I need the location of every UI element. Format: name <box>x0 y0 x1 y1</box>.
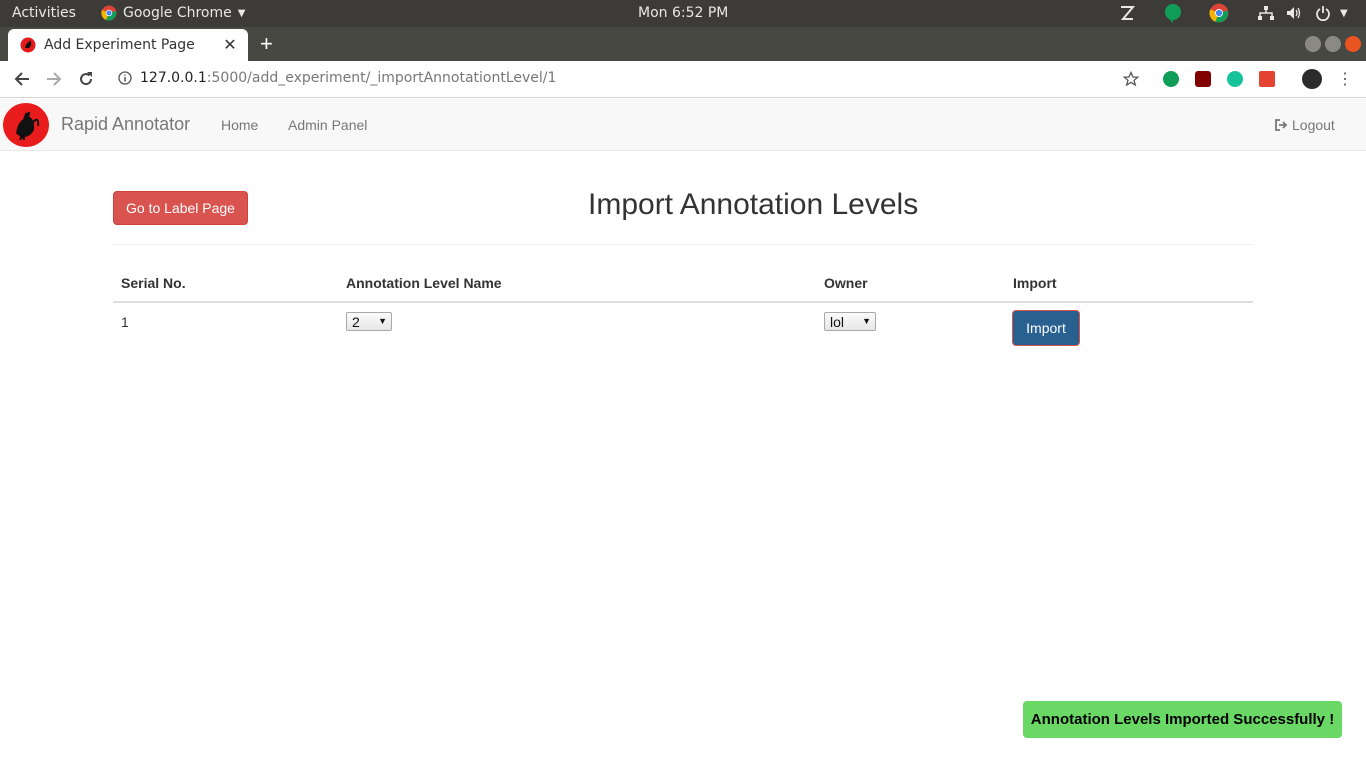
url-path: :5000/add_experiment/_importAnnotationtL… <box>206 70 557 86</box>
logout-icon <box>1275 119 1288 131</box>
maximize-button[interactable] <box>1325 36 1341 52</box>
logout-label: Logout <box>1292 117 1335 133</box>
go-to-label-page-button[interactable]: Go to Label Page <box>113 191 248 225</box>
owner-value: lol <box>830 313 845 330</box>
reload-icon[interactable] <box>76 69 96 89</box>
owner-select[interactable]: lol ▼ <box>824 312 876 331</box>
network-icon[interactable] <box>1257 4 1275 22</box>
chrome-icon <box>101 5 117 21</box>
forward-icon[interactable] <box>44 69 64 89</box>
os-top-bar: Activities Google Chrome ▼ Mon 6:52 PM ▼ <box>0 0 1366 27</box>
browser-tab[interactable]: Add Experiment Page ✕ <box>8 29 248 61</box>
chevron-down-icon: ▼ <box>237 7 246 19</box>
todoist-icon[interactable] <box>1259 71 1275 87</box>
header-level-name: Annotation Level Name <box>346 275 502 291</box>
more-menu-icon[interactable]: ⋮ <box>1335 69 1355 89</box>
brand-name[interactable]: Rapid Annotator <box>61 114 190 135</box>
logout-link[interactable]: Logout <box>1274 117 1335 133</box>
tab-title: Add Experiment Page <box>44 37 195 53</box>
bookmark-star-icon[interactable] <box>1121 69 1141 89</box>
info-icon <box>118 71 132 85</box>
nav-admin-panel-link[interactable]: Admin Panel <box>288 117 367 133</box>
activities-button[interactable]: Activities <box>12 5 76 21</box>
header-owner: Owner <box>824 275 868 291</box>
profile-avatar[interactable] <box>1302 69 1322 89</box>
url-host: 127.0.0.1 <box>140 70 207 86</box>
rooster-favicon-icon <box>20 37 36 53</box>
annotation-level-select[interactable]: 2 ▼ <box>346 312 392 331</box>
app-menu-label: Google Chrome <box>123 5 232 21</box>
table-header-border <box>113 301 1253 303</box>
row-serial: 1 <box>121 314 129 330</box>
import-button[interactable]: Import <box>1012 310 1080 346</box>
ublock-icon[interactable] <box>1195 71 1211 87</box>
success-toast: Annotation Levels Imported Successfully … <box>1023 701 1342 738</box>
chrome-icon[interactable] <box>1209 3 1229 23</box>
minimize-button[interactable] <box>1305 36 1321 52</box>
hangouts-icon[interactable] <box>1163 3 1183 23</box>
divider <box>113 244 1253 245</box>
grammarly-icon[interactable] <box>1227 71 1243 87</box>
header-import: Import <box>1013 275 1057 291</box>
tab-strip: Add Experiment Page ✕ + <box>0 27 1366 61</box>
dropdown-arrow-icon: ▼ <box>378 316 387 326</box>
browser-toolbar: 127.0.0.1:5000/add_experiment/_importAnn… <box>0 61 1366 98</box>
address-bar[interactable]: 127.0.0.1:5000/add_experiment/_importAnn… <box>118 70 556 86</box>
close-icon[interactable]: ✕ <box>220 35 240 55</box>
chevron-down-icon[interactable]: ▼ <box>1340 4 1348 22</box>
annotation-level-value: 2 <box>352 313 360 330</box>
dropdown-arrow-icon: ▼ <box>862 316 871 326</box>
nav-home-link[interactable]: Home <box>221 117 258 133</box>
zotero-icon[interactable] <box>1119 4 1135 22</box>
back-icon[interactable] <box>12 69 32 89</box>
hangouts-ext-icon[interactable] <box>1163 71 1179 87</box>
clock[interactable]: Mon 6:52 PM <box>638 5 728 21</box>
rooster-logo-icon[interactable] <box>2 102 50 148</box>
app-menu[interactable]: Google Chrome ▼ <box>101 5 245 21</box>
app-navbar: Rapid Annotator Home Admin Panel Logout <box>0 99 1366 151</box>
close-window-button[interactable] <box>1345 36 1361 52</box>
header-serial: Serial No. <box>121 275 186 291</box>
volume-icon[interactable] <box>1286 4 1302 22</box>
page-title: Import Annotation Levels <box>588 188 919 221</box>
power-icon[interactable] <box>1315 4 1331 22</box>
new-tab-button[interactable]: + <box>260 33 273 55</box>
